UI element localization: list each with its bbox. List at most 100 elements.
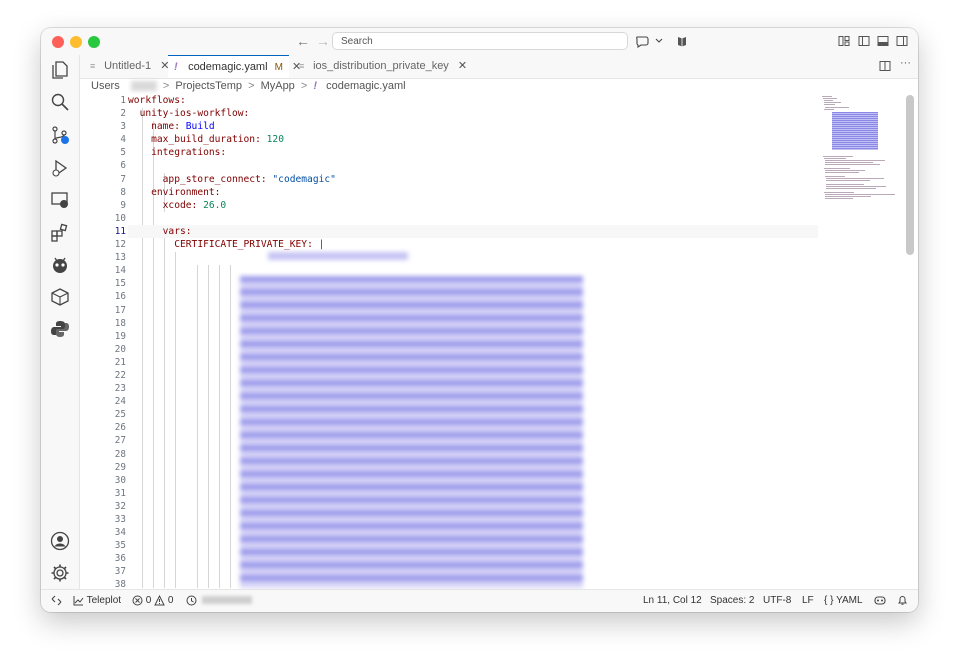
yaml-value: 120 xyxy=(266,134,284,146)
back-arrow-icon[interactable]: ← xyxy=(296,33,310,49)
alien-extension-icon[interactable] xyxy=(50,255,70,275)
close-icon[interactable]: ✕ xyxy=(458,60,467,72)
file-lines-icon: ≡ xyxy=(90,61,96,71)
run-debug-icon[interactable] xyxy=(50,158,70,178)
vertical-scrollbar[interactable] xyxy=(906,95,914,255)
customize-layout-icon[interactable] xyxy=(838,35,850,47)
code-line-8: environment: xyxy=(128,186,818,199)
tab-label: codemagic.yaml xyxy=(188,61,268,73)
line-number: 20 xyxy=(114,343,126,355)
breadcrumb-separator: > xyxy=(300,80,308,92)
breadcrumb-item-projectstemp[interactable]: ProjectsTemp xyxy=(175,78,242,94)
editor-tab-bar: ≡ Untitled-1 ✕ ! codemagic.yaml M ✕ ≡ io… xyxy=(80,55,918,79)
warning-triangle-icon xyxy=(154,594,165,606)
command-center-search[interactable]: Search xyxy=(332,32,628,50)
code-line-5: integrations: xyxy=(128,146,818,159)
time-tracker-status[interactable] xyxy=(186,590,252,612)
source-control-icon[interactable] xyxy=(50,125,70,145)
tab-codemagic-yaml[interactable]: ! codemagic.yaml M ✕ xyxy=(168,55,301,78)
tab-ios-distribution-private-key[interactable]: ≡ ios_distribution_private_key ✕ xyxy=(293,55,493,78)
breadcrumb-redacted-user xyxy=(130,81,157,92)
error-circle-icon xyxy=(132,595,143,606)
toggle-secondary-sidebar-icon[interactable] xyxy=(896,35,908,47)
tab-untitled-1[interactable]: ≡ Untitled-1 ✕ xyxy=(84,55,169,78)
copilot-chat-icon[interactable] xyxy=(635,34,665,48)
indentation-status[interactable]: Spaces: 2 xyxy=(710,590,754,612)
yaml-icon: ! xyxy=(174,61,178,73)
cursor-position[interactable]: Ln 11, Col 12 xyxy=(643,590,702,612)
encoding-status[interactable]: UTF-8 xyxy=(763,590,791,612)
minimap[interactable] xyxy=(820,94,908,214)
eol-status[interactable]: LF xyxy=(802,590,814,612)
line-number: 31 xyxy=(114,487,126,499)
line-number: 21 xyxy=(114,356,126,368)
line-number: 29 xyxy=(114,461,126,473)
accounts-icon[interactable] xyxy=(50,531,70,551)
modified-badge: M xyxy=(274,62,283,73)
status-bar: Teleplot 0 0 Ln 11, Col 12 Spaces: 2 UTF… xyxy=(41,589,918,612)
yaml-key: app_store_connect: xyxy=(162,173,267,185)
line-number: 27 xyxy=(114,435,126,447)
yaml-block-indicator: | xyxy=(318,239,325,251)
window-close-button[interactable] xyxy=(52,36,64,48)
window-maximize-button[interactable] xyxy=(88,36,100,48)
code-line-3: name: Build xyxy=(128,120,818,133)
copilot-icon xyxy=(874,596,886,605)
language-mode[interactable]: { } YAML xyxy=(824,590,863,612)
remote-indicator[interactable] xyxy=(51,590,62,612)
more-actions-icon[interactable]: ··· xyxy=(900,57,914,69)
code-line-9: xcode: 26.0 xyxy=(128,199,818,212)
yaml-key: unity-ios-workflow: xyxy=(139,108,250,120)
indent-guide xyxy=(197,265,198,588)
code-lines[interactable]: workflows: unity-ios-workflow: name: Bui… xyxy=(128,94,818,251)
line-number: 13 xyxy=(114,252,126,264)
line-number: 22 xyxy=(114,369,126,381)
indent-guide xyxy=(164,226,165,588)
explorer-icon[interactable] xyxy=(50,60,70,80)
notifications-status[interactable] xyxy=(897,590,908,612)
search-icon[interactable] xyxy=(50,92,70,112)
package-box-icon[interactable] xyxy=(50,287,70,307)
toggle-primary-sidebar-icon[interactable] xyxy=(858,35,870,47)
forward-arrow-icon[interactable]: → xyxy=(316,33,330,49)
title-bar: ← → Search xyxy=(41,28,918,56)
line-number: 37 xyxy=(114,566,126,578)
accounts-book-icon[interactable] xyxy=(676,35,688,47)
line-number: 26 xyxy=(114,422,126,434)
yaml-value: "codemagic" xyxy=(272,173,336,185)
yaml-key: workflows: xyxy=(128,95,186,106)
yaml-value: Build xyxy=(185,121,215,133)
yaml-key: environment: xyxy=(151,186,221,198)
breadcrumb-item-file[interactable]: codemagic.yaml xyxy=(326,78,405,94)
bell-icon xyxy=(898,595,907,605)
extensions-icon[interactable] xyxy=(50,223,70,243)
teleplot-label: Teleplot xyxy=(86,595,122,606)
copilot-status[interactable] xyxy=(874,590,886,612)
breadcrumb: Users > ProjectsTemp > MyApp > ! codemag… xyxy=(91,78,918,94)
line-number: 17 xyxy=(114,304,126,316)
line-number: 32 xyxy=(114,500,126,512)
chart-line-icon xyxy=(73,595,84,606)
python-icon[interactable] xyxy=(50,319,70,339)
teleplot-status[interactable]: Teleplot xyxy=(73,590,121,612)
toggle-panel-icon[interactable] xyxy=(877,35,889,47)
vscode-window: ← → Search ≡ Untitled-1 ✕ ! codemagic.ya… xyxy=(41,28,918,612)
breadcrumb-item-myapp[interactable]: MyApp xyxy=(261,78,295,94)
indent-guide xyxy=(219,265,220,588)
split-editor-icon[interactable] xyxy=(879,60,891,72)
breadcrumb-item-users[interactable]: Users xyxy=(91,78,120,94)
yaml-key: integrations: xyxy=(151,147,227,159)
line-number: 23 xyxy=(114,383,126,395)
settings-gear-icon[interactable] xyxy=(50,563,70,583)
code-line-12: CERTIFICATE_PRIVATE_KEY: | xyxy=(128,238,818,251)
window-minimize-button[interactable] xyxy=(70,36,82,48)
line-number: 14 xyxy=(114,265,126,277)
indent-guide xyxy=(230,265,231,588)
remote-explorer-icon[interactable] xyxy=(50,190,70,210)
problems-status[interactable]: 0 0 xyxy=(132,590,173,612)
file-lines-icon: ≡ xyxy=(299,61,305,71)
code-editor[interactable]: 1 2 3 4 5 6 7 8 9 10 11 12 13 14 15 16 17 18 19 20 21 22 23 24 2… xyxy=(80,94,918,590)
remote-icon xyxy=(51,595,62,606)
error-count: 0 xyxy=(145,595,152,606)
